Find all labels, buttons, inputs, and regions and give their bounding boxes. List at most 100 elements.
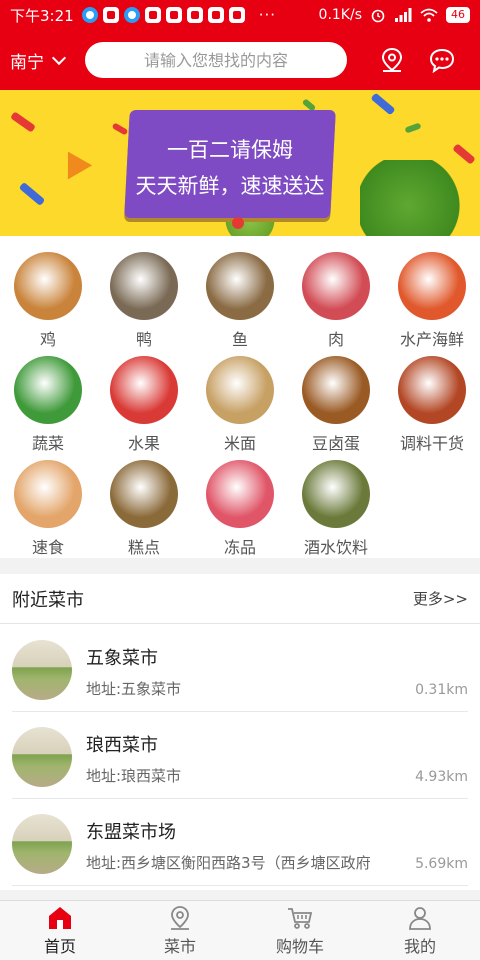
category-label: 调料干货 (399, 434, 464, 453)
confetti (18, 181, 46, 207)
category-item[interactable]: 糕点 (96, 460, 192, 558)
market-thumbnail (12, 640, 72, 700)
tab-cart[interactable]: 购物车 (240, 901, 360, 960)
market-name: 东盟菜市场 (86, 822, 176, 843)
banner-line2: 天天新鲜，速速送达 (135, 174, 325, 198)
nearby-markets-section: 附近菜市 更多>> 五象菜市 地址:五象菜市 0.31km 琅西菜市 地址:琅西… (0, 574, 480, 890)
section-title: 附近菜市 (12, 589, 84, 611)
category-item[interactable]: 鱼 (192, 252, 288, 350)
category-item[interactable]: 水果 (96, 356, 192, 454)
category-item[interactable]: 调料干货 (384, 356, 480, 454)
category-item[interactable]: 豆卤蛋 (288, 356, 384, 454)
status-time: 下午3:21 (10, 6, 74, 25)
market-item[interactable]: 琅西菜市 地址:琅西菜市 4.93km (12, 713, 468, 799)
category-label: 酒水饮料 (303, 538, 368, 557)
category-item[interactable]: 酒水饮料 (288, 460, 384, 558)
browser-icon (81, 7, 98, 23)
alarm-icon (371, 9, 385, 23)
net-speed: 0.1K/s (318, 7, 362, 23)
confetti (370, 92, 396, 116)
tab-label: 菜市 (163, 936, 196, 956)
app-icon (165, 7, 182, 23)
market-distance: 5.69km (415, 856, 468, 872)
category-label: 肉 (327, 330, 344, 349)
category-label: 糕点 (127, 538, 160, 557)
category-item[interactable]: 米面 (192, 356, 288, 454)
tab-label: 首页 (43, 936, 76, 956)
category-image (398, 252, 466, 320)
category-label: 蔬菜 (31, 434, 64, 453)
category-item[interactable]: 肉 (288, 252, 384, 350)
status-bar: 下午3:21 ··· 0.1K/s 46 (0, 0, 480, 30)
battery-icon: 46 (446, 7, 470, 23)
category-item[interactable]: 鸡 (0, 252, 96, 350)
market-address: 地址:五象菜市 (86, 680, 182, 698)
notification-icons (81, 7, 245, 23)
app-icon (144, 7, 161, 23)
market-distance: 4.93km (415, 769, 468, 785)
more-notifications: ··· (258, 6, 276, 24)
category-image (302, 356, 370, 424)
city-selector[interactable]: 南宁 (10, 48, 85, 73)
category-label: 鸭 (135, 330, 152, 349)
chevron-down-icon (51, 50, 67, 65)
category-label: 冻品 (223, 538, 256, 557)
section-header: 附近菜市 更多>> (0, 574, 480, 624)
category-image (206, 252, 274, 320)
category-image (110, 356, 178, 424)
top-header: 南宁 (0, 30, 480, 90)
tab-market[interactable]: 菜市 (120, 901, 240, 960)
category-image (14, 252, 82, 320)
market-distance: 0.31km (415, 682, 468, 698)
category-item[interactable]: 冻品 (192, 460, 288, 558)
category-image (206, 356, 274, 424)
category-image (302, 460, 370, 528)
category-image (398, 356, 466, 424)
category-item[interactable]: 鸭 (96, 252, 192, 350)
confetti (55, 144, 93, 180)
location-pin-icon (171, 905, 189, 930)
cart-icon (288, 907, 313, 929)
confetti (404, 122, 422, 134)
market-thumbnail (12, 727, 72, 787)
category-image (14, 460, 82, 528)
promo-banner[interactable]: 一百二请保姆 天天新鲜，速速送达 (0, 90, 480, 236)
banner-board (124, 110, 336, 218)
tab-label: 我的 (403, 936, 436, 956)
market-name: 五象菜市 (86, 648, 158, 669)
tab-home[interactable]: 首页 (0, 901, 120, 960)
confetti (10, 111, 36, 133)
tab-profile[interactable]: 我的 (360, 901, 480, 960)
more-link[interactable]: 更多>> (413, 588, 468, 609)
banner-dot (232, 217, 244, 229)
app-icon (207, 7, 224, 23)
category-item[interactable]: 水产海鲜 (384, 252, 480, 350)
category-grid: 鸡 鸭 鱼 肉 水产海鲜蔬菜 水果 米面 豆卤蛋 调料干货速食 糕点 冻品 酒水饮料 (0, 236, 480, 558)
category-image (110, 460, 178, 528)
category-label: 米面 (223, 434, 256, 453)
tab-label: 购物车 (275, 936, 324, 956)
location-pin-icon[interactable] (377, 45, 407, 75)
category-label: 水产海鲜 (399, 330, 464, 349)
city-name: 南宁 (10, 52, 44, 73)
signal-icon (395, 8, 412, 22)
market-address: 地址:西乡塘区衡阳西路3号（西乡塘区政府 (86, 854, 371, 872)
chat-bubble-icon[interactable] (427, 45, 457, 75)
category-image (110, 252, 178, 320)
category-item[interactable]: 速食 (0, 460, 96, 558)
market-item[interactable]: 五象菜市 地址:五象菜市 0.31km (12, 626, 468, 712)
bottom-tab-bar: 首页 菜市 购物车 我的 (0, 900, 480, 960)
category-label: 水果 (127, 434, 160, 453)
market-thumbnail (12, 814, 72, 874)
category-item[interactable]: 蔬菜 (0, 356, 96, 454)
market-name: 琅西菜市 (86, 735, 158, 756)
vegetable-graphic (360, 160, 480, 236)
app-icon (186, 7, 203, 23)
category-label: 鸡 (39, 330, 56, 349)
mail-icon (102, 7, 119, 23)
market-item[interactable]: 东盟菜市场 地址:西乡塘区衡阳西路3号（西乡塘区政府 5.69km (12, 800, 468, 886)
search-input[interactable] (85, 42, 347, 78)
category-label: 速食 (31, 538, 64, 557)
app-icon (228, 7, 245, 23)
market-address: 地址:琅西菜市 (86, 767, 182, 785)
